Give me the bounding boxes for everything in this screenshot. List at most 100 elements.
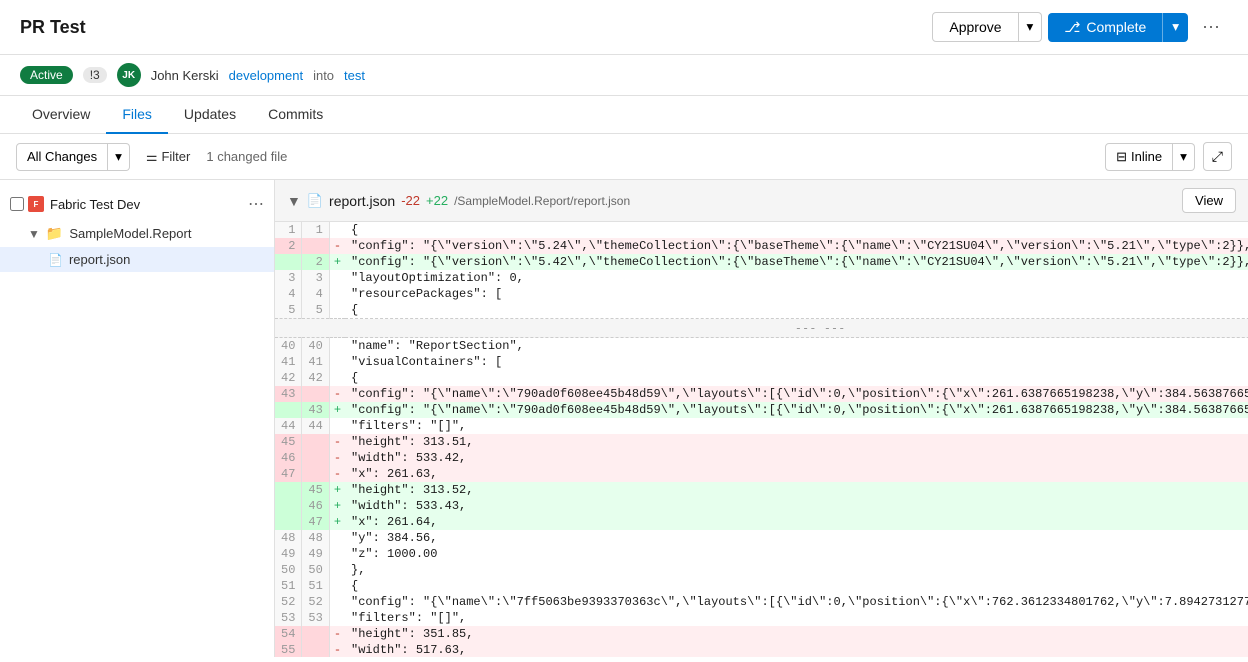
tab-updates[interactable]: Updates <box>168 96 252 134</box>
approve-dropdown-button[interactable]: ▾ <box>1019 12 1043 42</box>
pr-title: PR Test <box>20 17 86 38</box>
diff-file-header: ▼ 📄 report.json -22 +22 /SampleModel.Rep… <box>275 180 1248 222</box>
old-line-num: 52 <box>275 594 302 610</box>
line-marker: - <box>329 466 345 482</box>
approve-button[interactable]: Approve <box>932 12 1018 42</box>
line-marker <box>329 302 345 319</box>
tab-overview[interactable]: Overview <box>16 96 106 134</box>
old-line-num <box>275 498 302 514</box>
line-content: "x": 261.64, <box>345 514 1248 530</box>
old-line-num: 41 <box>275 354 302 370</box>
branch-icon: ⎇ <box>1064 19 1080 36</box>
line-marker: - <box>329 642 345 657</box>
table-row: 51 51 { <box>275 578 1248 594</box>
old-line-num: 40 <box>275 338 302 355</box>
line-content: "layoutOptimization": 0, <box>345 270 1248 286</box>
expand-button[interactable]: ⤢ <box>1203 142 1232 171</box>
table-row: 41 41 "visualContainers": [ <box>275 354 1248 370</box>
fabric-item-name: Fabric Test Dev <box>50 197 140 212</box>
sidebar: F Fabric Test Dev ⋯ ▼ 📁 SampleModel.Repo… <box>0 180 275 657</box>
line-content: "height": 313.52, <box>345 482 1248 498</box>
old-line-num: 55 <box>275 642 302 657</box>
diff-additions: -22 <box>401 193 420 208</box>
old-line-num <box>275 254 302 270</box>
table-row: 1 1 { <box>275 222 1248 238</box>
folder-icon: 📁 <box>46 225 63 242</box>
line-content: { <box>345 222 1248 238</box>
collapse-arrow-icon: ▼ <box>28 227 40 241</box>
branch-from-link[interactable]: development <box>229 68 303 83</box>
header-actions: Approve ▾ ⎇ Complete ▾ ⋯ <box>932 12 1228 42</box>
filter-icon: ⚌ <box>146 149 158 165</box>
old-line-num: 46 <box>275 450 302 466</box>
line-marker <box>329 578 345 594</box>
line-marker <box>329 562 345 578</box>
chevron-down-icon: ▾ <box>1180 149 1187 164</box>
all-changes-dropdown-button[interactable]: ▾ <box>108 143 130 171</box>
table-row: 44 44 "filters": "[]", <box>275 418 1248 434</box>
old-line-num: 43 <box>275 386 302 402</box>
select-all-checkbox[interactable] <box>10 197 24 211</box>
notification-badge: !3 <box>83 67 107 83</box>
line-content: "config": "{\"name\":\"790ad0f608ee45b48… <box>345 386 1248 402</box>
table-row: 49 49 "z": 1000.00 <box>275 546 1248 562</box>
line-marker <box>329 354 345 370</box>
table-row: --- --- <box>275 319 1248 338</box>
line-content: "filters": "[]", <box>345 418 1248 434</box>
table-row: 52 52 "config": "{\"name\":\"7ff5063be93… <box>275 594 1248 610</box>
view-button[interactable]: View <box>1182 188 1236 213</box>
diff-filename: report.json <box>329 193 395 209</box>
toolbar: All Changes ▾ ⚌ Filter 1 changed file ⊟ … <box>0 134 1248 180</box>
collapse-diff-button[interactable]: ▼ <box>287 193 301 209</box>
more-options-button[interactable]: ⋯ <box>1194 13 1228 42</box>
all-changes-button[interactable]: All Changes <box>16 143 108 171</box>
fabric-item[interactable]: F Fabric Test Dev <box>28 196 244 212</box>
branch-to-link[interactable]: test <box>344 68 365 83</box>
table-row: 43 + "config": "{\"name\":\"790ad0f608ee… <box>275 402 1248 418</box>
new-line-num: 40 <box>302 338 329 355</box>
old-line-num <box>275 514 302 530</box>
line-content: "config": "{\"version\":\"5.24\",\"theme… <box>345 238 1248 254</box>
inline-button[interactable]: ⊟ Inline <box>1105 143 1173 171</box>
new-line-num: 41 <box>302 354 329 370</box>
file-item[interactable]: 📄 report.json <box>0 247 274 272</box>
old-line-num: 45 <box>275 434 302 450</box>
folder-item[interactable]: ▼ 📁 SampleModel.Report <box>0 220 274 247</box>
new-line-num: 47 <box>302 514 329 530</box>
tab-commits[interactable]: Commits <box>252 96 339 134</box>
line-content: "height": 351.85, <box>345 626 1248 642</box>
new-line-num: 5 <box>302 302 329 319</box>
table-row: 43 - "config": "{\"name\":\"790ad0f608ee… <box>275 386 1248 402</box>
line-marker <box>329 418 345 434</box>
line-content: "name": "ReportSection", <box>345 338 1248 355</box>
complete-button[interactable]: ⎇ Complete <box>1048 13 1162 42</box>
inline-view-icon: ⊟ <box>1116 149 1127 165</box>
new-line-num: 48 <box>302 530 329 546</box>
line-content: { <box>345 578 1248 594</box>
new-line-num: 44 <box>302 418 329 434</box>
complete-dropdown-button[interactable]: ▾ <box>1162 13 1188 42</box>
new-line-num: 46 <box>302 498 329 514</box>
fabric-more-icon[interactable]: ⋯ <box>248 194 264 214</box>
old-line-num: 51 <box>275 578 302 594</box>
inline-dropdown-button[interactable]: ▾ <box>1173 143 1195 171</box>
line-marker <box>329 222 345 238</box>
fabric-icon: F <box>28 196 44 212</box>
line-marker: + <box>329 402 345 418</box>
new-line-num: 3 <box>302 270 329 286</box>
line-content: "resourcePackages": [ <box>345 286 1248 302</box>
main-content: F Fabric Test Dev ⋯ ▼ 📁 SampleModel.Repo… <box>0 180 1248 657</box>
filter-button[interactable]: ⚌ Filter <box>138 144 199 170</box>
file-icon: 📄 <box>48 253 63 267</box>
tab-files[interactable]: Files <box>106 96 168 134</box>
old-line-num: 53 <box>275 610 302 626</box>
chevron-down-icon: ▾ <box>1027 19 1034 34</box>
old-line-num: 54 <box>275 626 302 642</box>
folder-name: SampleModel.Report <box>69 226 191 241</box>
line-content: "config": "{\"name\":\"7ff5063be93933703… <box>345 594 1248 610</box>
chevron-down-icon: ▾ <box>115 149 122 164</box>
line-marker <box>329 546 345 562</box>
diff-file-icon: 📄 <box>307 193 323 209</box>
table-row: 47 + "x": 261.64, <box>275 514 1248 530</box>
chevron-down-icon: ▾ <box>1172 19 1179 34</box>
